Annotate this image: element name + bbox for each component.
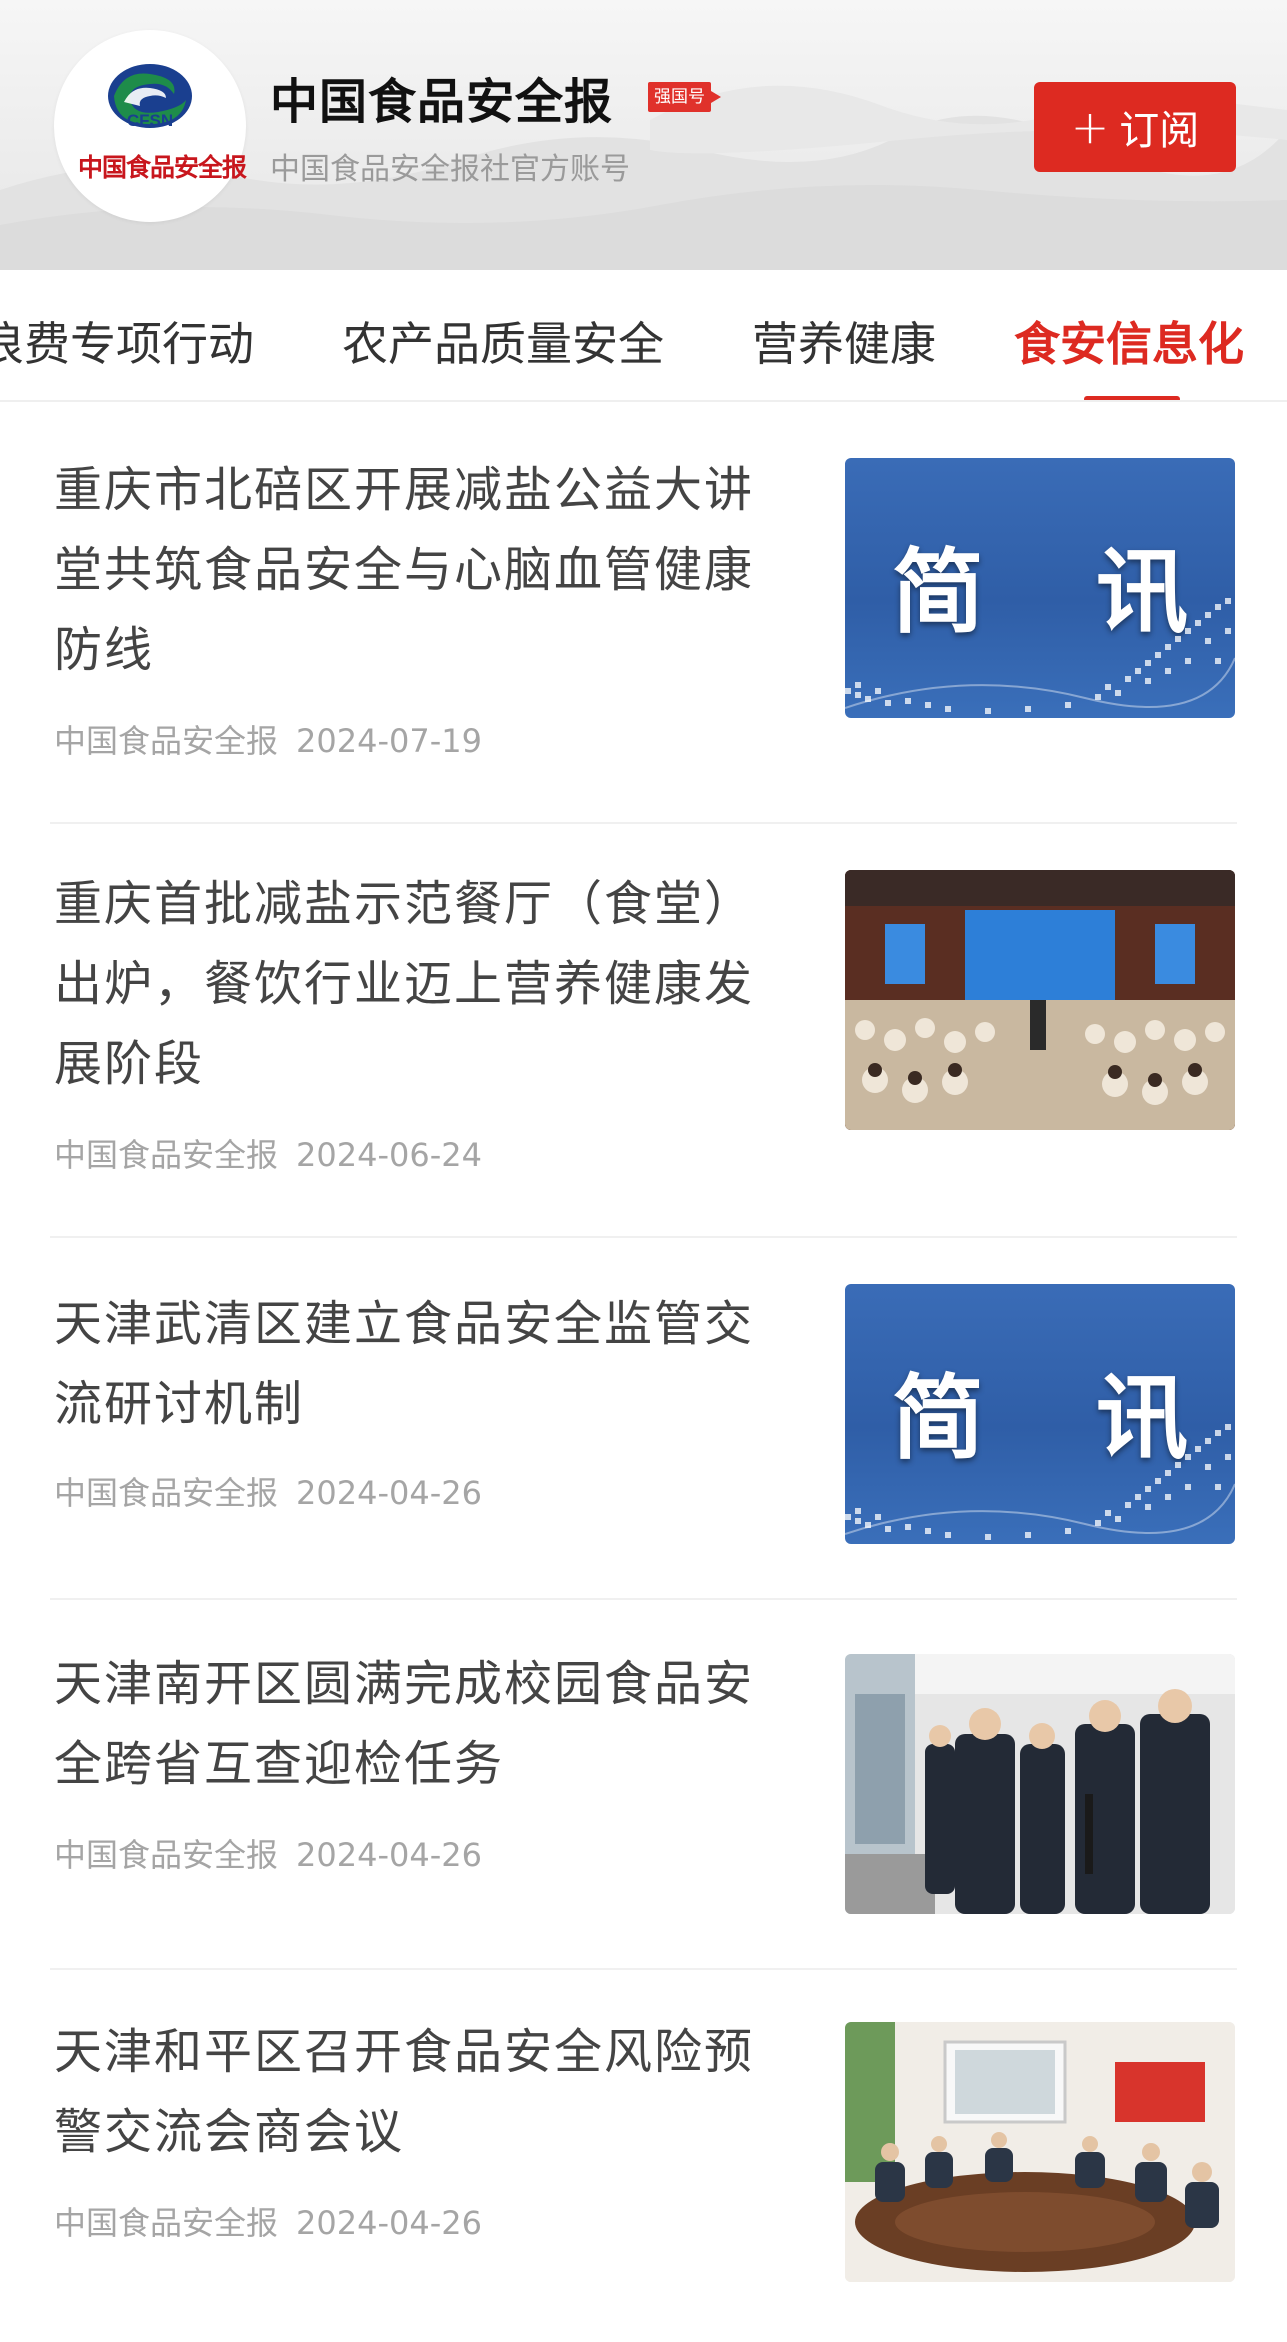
subscribe-label: 订阅 [1119, 108, 1200, 154]
subscribe-button[interactable]: + 订阅 [1034, 82, 1236, 172]
plus-icon: + [1070, 100, 1110, 154]
article-title: 重庆市北碚区开展减盐公益大讲堂共筑食品安全与心脑血管健康防线 [54, 462, 755, 678]
account-avatar[interactable]: CFSN 中国食品安全报 [54, 30, 247, 222]
logo-calligraphy-text: 中国食品安全报 [78, 153, 247, 182]
bar-pattern-graphic [845, 598, 1235, 714]
tab-agri-quality[interactable]: 农产品质量安全 [342, 308, 664, 374]
article-source: 中国食品安全报 [54, 1136, 279, 1174]
article-item[interactable]: 天津和平区召开食品安全风险预警交流会商会议 中国食品安全报 2024-04-26 [0, 1970, 1287, 2342]
article-date: 2024-04-26 [296, 2204, 482, 2242]
account-name: 中国食品安全报 [270, 74, 614, 130]
article-item[interactable]: 重庆市北碚区开展减盐公益大讲堂共筑食品安全与心脑血管健康防线 中国食品安全报 20… [0, 402, 1287, 822]
logo-abbreviation: CFSN [126, 111, 174, 130]
article-meta: 中国食品安全报 2024-04-26 [54, 1830, 482, 1876]
article-thumbnail-photo [845, 2022, 1235, 2282]
article-meta: 中国食品安全报 2024-04-26 [54, 2198, 482, 2244]
article-item[interactable]: 天津南开区圆满完成校园食品安全跨省互查迎检任务 中国食品安全报 2024-04-2… [0, 1600, 1287, 1968]
article-meta: 中国食品安全报 2024-07-19 [54, 716, 482, 762]
bar-pattern-graphic [845, 1424, 1235, 1540]
category-tabs: 浪费专项行动 农产品质量安全 营养健康 食安信息化 [0, 270, 1287, 402]
article-thumbnail-brief: 简 讯 [845, 1284, 1235, 1544]
article-item[interactable]: 天津武清区建立食品安全监管交流研讨机制 中国食品安全报 2024-04-26 简 … [0, 1238, 1287, 1598]
article-date: 2024-06-24 [296, 1136, 482, 1174]
article-source: 中国食品安全报 [54, 1474, 279, 1512]
article-source: 中国食品安全报 [54, 722, 279, 760]
inspection-photo [845, 1654, 1235, 1914]
article-source: 中国食品安全报 [54, 1836, 279, 1874]
article-title: 天津和平区召开食品安全风险预警交流会商会议 [54, 2024, 755, 2160]
tab-food-safety-informatization[interactable]: 食安信息化 [1014, 308, 1244, 374]
article-thumbnail-photo [845, 1654, 1235, 1914]
account-description: 中国食品安全报社官方账号 [270, 152, 630, 187]
article-thumbnail-brief: 简 讯 [845, 458, 1235, 718]
account-header: CFSN 中国食品安全报 中国食品安全报 强国号 中国食品安全报社官方账号 + … [0, 0, 1287, 270]
article-date: 2024-07-19 [296, 722, 482, 760]
tab-waste-action[interactable]: 浪费专项行动 [0, 308, 254, 374]
article-thumbnail-photo [845, 870, 1235, 1130]
account-badge: 强国号 [648, 82, 721, 112]
article-title: 天津南开区圆满完成校园食品安全跨省互查迎检任务 [54, 1656, 755, 1792]
article-date: 2024-04-26 [296, 1836, 482, 1874]
conference-photo [845, 870, 1235, 1130]
article-item[interactable]: 重庆首批减盐示范餐厅（食堂）出炉，餐饮行业迈上营养健康发展阶段 中国食品安全报 2… [0, 824, 1287, 1236]
article-date: 2024-04-26 [296, 1474, 482, 1512]
meeting-room-photo [845, 2022, 1235, 2282]
article-meta: 中国食品安全报 2024-04-26 [54, 1468, 482, 1514]
article-source: 中国食品安全报 [54, 2204, 279, 2242]
article-title: 天津武清区建立食品安全监管交流研讨机制 [54, 1296, 755, 1432]
article-title: 重庆首批减盐示范餐厅（食堂）出炉，餐饮行业迈上营养健康发展阶段 [54, 876, 755, 1092]
tab-nutrition-health[interactable]: 营养健康 [752, 308, 936, 374]
article-meta: 中国食品安全报 2024-06-24 [54, 1130, 482, 1176]
